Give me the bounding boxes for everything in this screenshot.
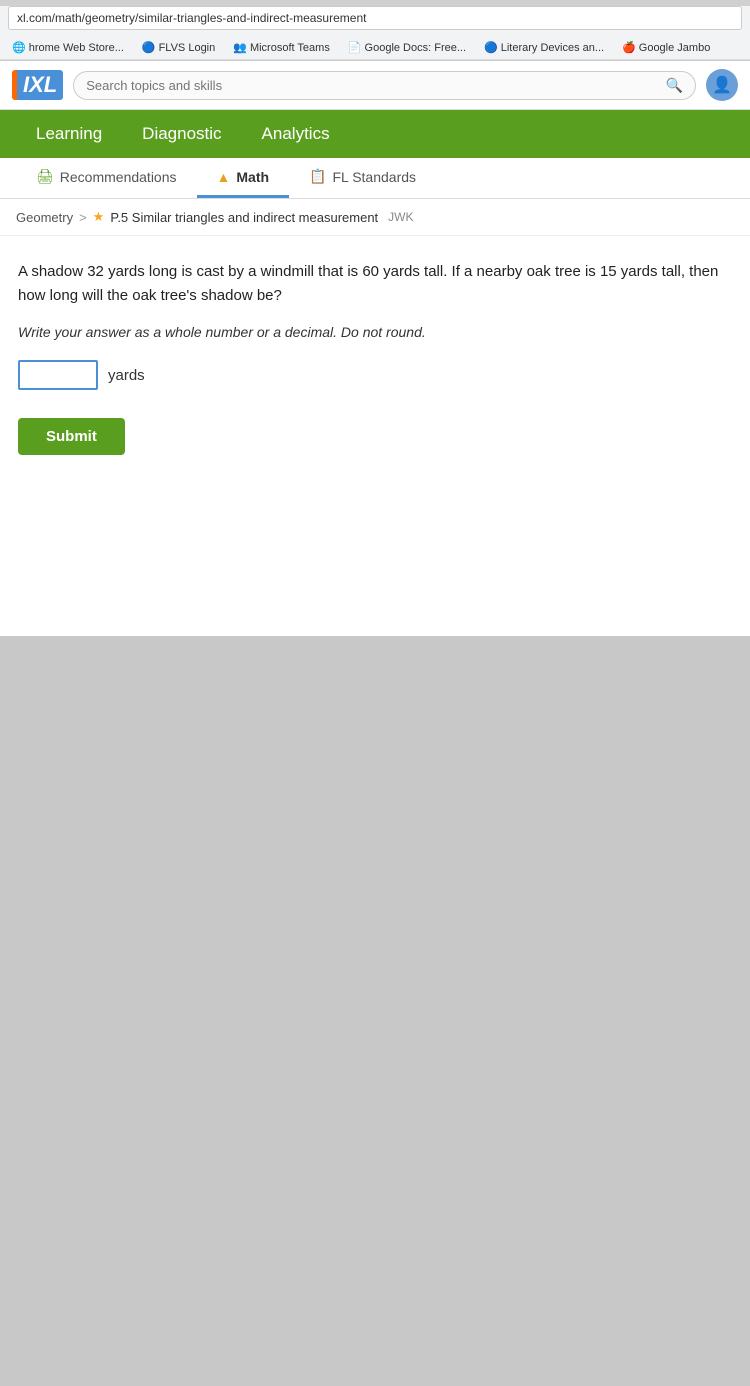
- breadcrumb-chevron: >: [79, 210, 87, 225]
- tab-recommendations[interactable]: 🖨 Recommendations: [16, 158, 197, 198]
- bottom-area: [0, 636, 750, 1386]
- nav-item-diagnostic[interactable]: Diagnostic: [122, 110, 241, 158]
- bookmark-literary-icon: 🔵: [484, 41, 498, 54]
- answer-row: yards: [18, 360, 732, 390]
- math-icon: ▲: [217, 169, 231, 185]
- bookmark-flvs-icon: 🔵: [142, 41, 156, 54]
- ixl-header: IXL 🔍 👤: [0, 61, 750, 110]
- bookmark-google-jambo-icon: 🍎: [622, 41, 636, 54]
- user-avatar[interactable]: 👤: [706, 69, 738, 101]
- bookmark-flvs[interactable]: 🔵 FLVS Login: [138, 39, 219, 56]
- bookmark-webstore-icon: 🌐: [12, 41, 26, 54]
- instruction-text: Write your answer as a whole number or a…: [18, 324, 732, 340]
- breadcrumb-star-icon: ★: [93, 209, 105, 225]
- bookmark-literary[interactable]: 🔵 Literary Devices an...: [480, 39, 608, 56]
- bookmark-google-jambo[interactable]: 🍎 Google Jambo: [618, 39, 714, 56]
- bookmarks-bar: 🌐 hrome Web Store... 🔵 FLVS Login 👥 Micr…: [0, 36, 750, 60]
- bookmark-gdocs[interactable]: 📄 Google Docs: Free...: [344, 39, 470, 56]
- nav-item-analytics[interactable]: Analytics: [242, 110, 350, 158]
- tabs-bar: 🖨 Recommendations ▲ Math 📋 FL Standards: [0, 158, 750, 199]
- bookmark-webstore[interactable]: 🌐 hrome Web Store...: [8, 39, 128, 56]
- nav-bar: Learning Diagnostic Analytics: [0, 110, 750, 158]
- tab-fl-standards[interactable]: 📋 FL Standards: [289, 158, 436, 198]
- address-bar[interactable]: xl.com/math/geometry/similar-triangles-a…: [8, 6, 742, 30]
- breadcrumb-subject[interactable]: Geometry: [16, 210, 73, 225]
- bookmark-gdocs-icon: 📄: [348, 41, 362, 54]
- problem-text: A shadow 32 yards long is cast by a wind…: [18, 260, 732, 308]
- bookmark-teams-icon: 👥: [233, 41, 247, 54]
- content-area: A shadow 32 yards long is cast by a wind…: [0, 236, 750, 636]
- ixl-logo[interactable]: IXL: [12, 70, 63, 100]
- breadcrumb-skill[interactable]: P.5 Similar triangles and indirect measu…: [110, 210, 378, 225]
- submit-button[interactable]: Submit: [18, 418, 125, 455]
- recommendations-icon: 🖨: [36, 168, 54, 185]
- search-icon: 🔍: [666, 77, 683, 94]
- tab-math[interactable]: ▲ Math: [197, 159, 290, 198]
- search-input[interactable]: [86, 78, 659, 93]
- search-bar[interactable]: 🔍: [73, 71, 696, 100]
- nav-item-learning[interactable]: Learning: [16, 110, 122, 158]
- breadcrumb: Geometry > ★ P.5 Similar triangles and i…: [0, 199, 750, 236]
- bookmark-teams[interactable]: 👥 Microsoft Teams: [229, 39, 334, 56]
- answer-unit: yards: [108, 367, 145, 384]
- browser-chrome: xl.com/math/geometry/similar-triangles-a…: [0, 6, 750, 61]
- fl-standards-icon: 📋: [309, 168, 326, 185]
- breadcrumb-skill-code: JWK: [388, 210, 413, 224]
- answer-input[interactable]: [18, 360, 98, 390]
